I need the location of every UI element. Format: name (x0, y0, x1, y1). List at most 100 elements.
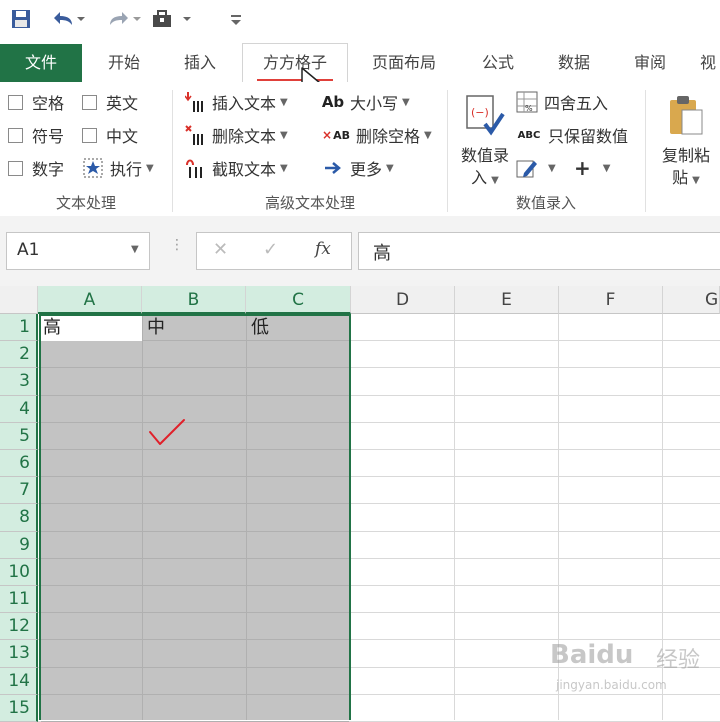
tab-file[interactable]: 文件 (0, 44, 82, 82)
row-header-9[interactable]: 9 (0, 531, 38, 559)
checkbox-chinese[interactable]: 中文 (82, 123, 138, 147)
tab-formulas[interactable]: 公式 (470, 44, 526, 82)
checkbox-english[interactable]: 英文 (82, 90, 138, 114)
column-header-e[interactable]: E (455, 286, 559, 314)
tab-home[interactable]: 开始 (96, 44, 152, 82)
chevron-down-icon: ▼ (280, 129, 288, 141)
customize-qat-icon[interactable] (226, 6, 246, 32)
column-header-c[interactable]: C (246, 286, 351, 314)
gridline (41, 503, 349, 505)
column-header-d[interactable]: D (351, 286, 455, 314)
chevron-down-icon: ▼ (280, 96, 288, 108)
tab-insert[interactable]: 插入 (172, 44, 228, 82)
row-header-15[interactable]: 15 (0, 694, 38, 722)
checkbox-icon (82, 127, 97, 143)
arrow-right-icon (322, 157, 344, 179)
checkbox-space-label: 空格 (32, 94, 65, 113)
toolbox-icon[interactable] (150, 6, 194, 32)
tab-page-layout[interactable]: 页面布局 (362, 44, 446, 82)
checkbox-space[interactable]: 空格 (8, 90, 64, 114)
case-label: 大小写 (350, 94, 399, 113)
gridline (41, 449, 349, 450)
cell-b1[interactable]: 中 (147, 315, 165, 341)
insert-text-button[interactable]: 插入文本 ▼ (184, 90, 288, 114)
undo-icon[interactable] (48, 6, 88, 32)
row-header-7[interactable]: 7 (0, 477, 38, 505)
cell-c1[interactable]: 低 (251, 315, 269, 341)
gridline (454, 314, 455, 720)
cell-edit-button[interactable]: ▼ (516, 156, 556, 180)
checkbox-number[interactable]: 数字 (8, 156, 64, 180)
delete-text-button[interactable]: 删除文本 ▼ (184, 123, 288, 147)
row-header-1[interactable]: 1 (0, 314, 38, 342)
extract-text-button[interactable]: 截取文本 ▼ (184, 156, 288, 180)
cell-a1[interactable]: 高 (43, 315, 61, 341)
keep-values-icon: ABC (516, 124, 542, 146)
extract-text-icon (184, 157, 206, 179)
row-header-4[interactable]: 4 (0, 395, 38, 423)
quick-access-toolbar (0, 0, 720, 40)
selected-range[interactable] (39, 314, 351, 720)
execute-label: 执行 (110, 160, 143, 179)
row-header-13[interactable]: 13 (0, 640, 38, 668)
row-header-14[interactable]: 14 (0, 667, 38, 695)
execute-button[interactable]: 执行 ▼ (82, 156, 154, 180)
case-icon: Ab (322, 91, 344, 113)
row-header-12[interactable]: 12 (0, 613, 38, 641)
checkbox-chinese-label: 中文 (106, 127, 139, 146)
keep-values-button[interactable]: ABC 只保留数值 (516, 123, 628, 147)
svg-text:%: % (525, 104, 533, 113)
tab-data[interactable]: 数据 (546, 44, 602, 82)
column-header-a[interactable]: A (38, 286, 142, 314)
delete-spaces-label: 删除空格 (356, 127, 421, 146)
insert-function-icon[interactable]: fx (315, 239, 331, 259)
red-check-mark-icon (148, 418, 188, 448)
copy-paste-label-2: 贴 ▼ (672, 168, 700, 187)
gridline (41, 367, 349, 369)
group-label-numeric-entry: 数值录入 (515, 194, 576, 212)
ribbon: 空格 英文 符号 中文 数字 执行 ▼ 文本处理 插入文本 ▼ 删除文本 ▼ 截取文本… (0, 82, 720, 217)
chevron-down-icon: ▼ (402, 96, 410, 108)
value-entry-label-2: 入 ▼ (471, 168, 499, 187)
row-header-6[interactable]: 6 (0, 450, 38, 478)
gridline (41, 421, 349, 423)
svg-text:(−): (−) (471, 106, 489, 119)
plus-button[interactable]: + ▼ (574, 156, 610, 180)
name-box[interactable]: A1 ▼ (6, 232, 150, 270)
tab-view[interactable]: 视 (700, 44, 720, 82)
select-all-corner[interactable] (0, 286, 38, 314)
redo-icon[interactable] (104, 6, 144, 32)
row-header-10[interactable]: 10 (0, 558, 38, 586)
gridline (41, 693, 349, 695)
extract-text-label: 截取文本 (212, 160, 277, 179)
name-box-value: A1 (17, 240, 40, 260)
column-header-b[interactable]: B (142, 286, 246, 314)
delete-spaces-button[interactable]: × AB 删除空格 ▼ (322, 123, 432, 147)
drag-handle-icon[interactable]: ⋮ (170, 238, 184, 260)
checkbox-symbol[interactable]: 符号 (8, 123, 64, 147)
copy-paste-button[interactable]: 复制粘 贴 ▼ (652, 90, 720, 187)
case-icon-glyph: Ab (321, 93, 345, 111)
row-header-8[interactable]: 8 (0, 504, 38, 532)
case-button[interactable]: Ab 大小写 ▼ (322, 90, 410, 114)
save-icon[interactable] (8, 6, 34, 32)
value-entry-button[interactable]: (−) 数值录 入 ▼ (456, 90, 514, 187)
more-button[interactable]: 更多 ▼ (322, 156, 394, 180)
row-header-3[interactable]: 3 (0, 368, 38, 396)
tab-fangfangezi[interactable]: 方方格子 (242, 43, 348, 83)
tab-review[interactable]: 审阅 (622, 44, 678, 82)
chevron-down-icon: ▼ (602, 162, 611, 174)
gridline (41, 476, 349, 478)
confirm-icon[interactable]: ✓ (263, 239, 278, 260)
column-header-f[interactable]: F (559, 286, 663, 314)
row-header-2[interactable]: 2 (0, 341, 38, 369)
row-header-11[interactable]: 11 (0, 586, 38, 614)
formula-input[interactable]: 高 (358, 232, 720, 270)
chevron-down-icon[interactable]: ▼ (131, 244, 139, 255)
column-header-g[interactable]: G (663, 286, 720, 314)
row-header-5[interactable]: 5 (0, 422, 38, 450)
round-button[interactable]: % 四舍五入 (516, 90, 608, 114)
insert-text-icon (184, 91, 206, 113)
checkbox-icon (8, 160, 23, 176)
cancel-icon[interactable]: ✕ (213, 239, 228, 260)
